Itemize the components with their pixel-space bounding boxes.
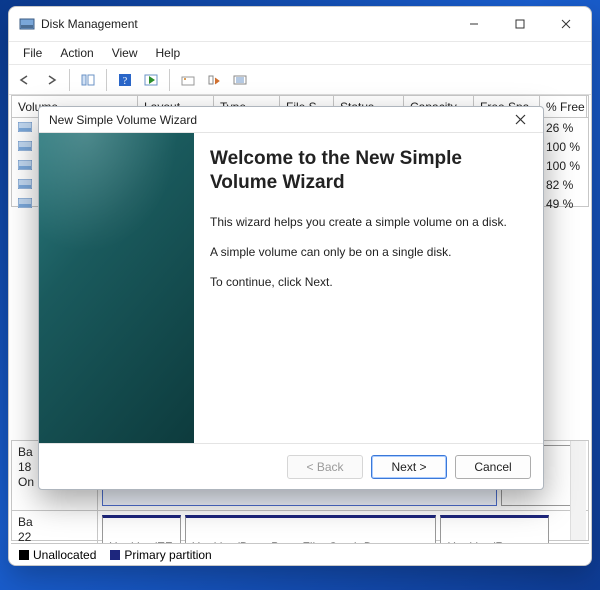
wizard-dialog: New Simple Volume Wizard Welcome to the … bbox=[38, 106, 544, 490]
wizard-footer: < Back Next > Cancel bbox=[39, 443, 543, 489]
toolbar-button-2[interactable] bbox=[139, 68, 163, 92]
wizard-titlebar: New Simple Volume Wizard bbox=[39, 107, 543, 133]
wizard-paragraph: A simple volume can only be on a single … bbox=[210, 245, 523, 259]
wizard-paragraph: To continue, click Next. bbox=[210, 275, 523, 289]
toolbar-sep bbox=[106, 69, 107, 91]
wizard-paragraph: This wizard helps you create a simple vo… bbox=[210, 215, 523, 229]
drive-icon bbox=[18, 178, 34, 190]
toolbar-button-4[interactable] bbox=[202, 68, 226, 92]
menubar: File Action View Help bbox=[9, 41, 591, 65]
toolbar-sep bbox=[169, 69, 170, 91]
app-icon bbox=[19, 16, 35, 32]
cancel-button[interactable]: Cancel bbox=[455, 455, 531, 479]
toolbar-button-5[interactable] bbox=[228, 68, 252, 92]
titlebar: Disk Management bbox=[9, 7, 591, 41]
help-icon[interactable]: ? bbox=[113, 68, 137, 92]
drive-icon bbox=[18, 140, 34, 152]
legend: Unallocated Primary partition bbox=[11, 543, 589, 565]
next-button[interactable]: Next > bbox=[371, 455, 447, 479]
wizard-title: New Simple Volume Wizard bbox=[49, 113, 503, 127]
column-header[interactable]: % Free bbox=[540, 96, 587, 117]
pct-free-cell: 82 % bbox=[540, 178, 587, 192]
minimize-button[interactable] bbox=[451, 9, 497, 39]
close-button[interactable] bbox=[543, 9, 589, 39]
wizard-body: Welcome to the New Simple Volume Wizard … bbox=[39, 133, 543, 443]
wizard-heading: Welcome to the New Simple Volume Wizard bbox=[210, 147, 523, 195]
legend-unallocated: Unallocated bbox=[19, 548, 96, 562]
pct-free-cell: 100 % bbox=[540, 140, 587, 154]
drive-icon bbox=[18, 159, 34, 171]
pct-free-cell: 26 % bbox=[540, 121, 587, 135]
wizard-close-button[interactable] bbox=[503, 109, 537, 131]
drive-icon bbox=[18, 197, 34, 209]
nav-back-button[interactable] bbox=[13, 68, 37, 92]
wizard-side-graphic bbox=[39, 133, 194, 443]
drive-icon bbox=[18, 121, 34, 133]
pct-free-cell: 100 % bbox=[540, 159, 587, 173]
nav-forward-button[interactable] bbox=[39, 68, 63, 92]
toolbar-sep bbox=[69, 69, 70, 91]
menu-view[interactable]: View bbox=[104, 44, 146, 62]
toolbar-button-1[interactable] bbox=[76, 68, 100, 92]
maximize-button[interactable] bbox=[497, 9, 543, 39]
menu-action[interactable]: Action bbox=[52, 44, 101, 62]
vertical-scrollbar[interactable] bbox=[570, 441, 586, 540]
legend-primary: Primary partition bbox=[110, 548, 211, 562]
window-controls bbox=[451, 9, 589, 39]
menu-help[interactable]: Help bbox=[148, 44, 189, 62]
svg-text:?: ? bbox=[123, 76, 128, 87]
menu-file[interactable]: File bbox=[15, 44, 50, 62]
window-title: Disk Management bbox=[41, 17, 451, 31]
back-button: < Back bbox=[287, 455, 363, 479]
pct-free-cell: 49 % bbox=[540, 197, 587, 211]
toolbar: ? bbox=[9, 65, 591, 95]
toolbar-button-3[interactable] bbox=[176, 68, 200, 92]
wizard-main: Welcome to the New Simple Volume Wizard … bbox=[194, 133, 543, 443]
